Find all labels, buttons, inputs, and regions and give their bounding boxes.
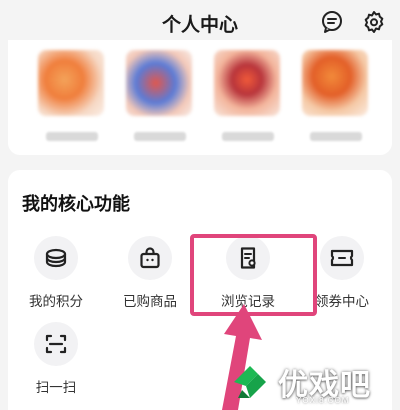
message-bubble-icon[interactable] xyxy=(320,10,344,34)
shopping-bag-icon xyxy=(128,236,172,280)
func-label: 扫一扫 xyxy=(35,380,77,395)
func-label: 我的积分 xyxy=(29,294,83,309)
func-my-points[interactable]: 我的积分 xyxy=(14,236,98,310)
product-thumbnail[interactable] xyxy=(126,50,192,116)
func-scan[interactable]: 扫一扫 xyxy=(14,322,98,396)
watermark-logo xyxy=(234,366,266,398)
product-caption xyxy=(46,132,98,141)
product-thumbnail[interactable] xyxy=(214,50,280,116)
coin-stack-icon xyxy=(34,236,78,280)
section-title: 我的核心功能 xyxy=(22,194,130,214)
product-caption xyxy=(310,132,362,141)
gear-icon[interactable] xyxy=(362,10,386,34)
product-caption xyxy=(134,132,186,141)
func-label: 已购商品 xyxy=(123,294,177,309)
product-caption xyxy=(222,132,274,141)
watermark-url: YOXI8.COM xyxy=(296,396,350,405)
product-thumbnail[interactable] xyxy=(38,50,104,116)
scan-icon xyxy=(34,322,78,366)
product-thumbnail[interactable] xyxy=(302,50,368,116)
func-purchased[interactable]: 已购商品 xyxy=(108,236,192,310)
recommend-card xyxy=(8,40,392,155)
coupon-ticket-icon xyxy=(320,236,364,280)
top-bar: 个人中心 xyxy=(0,0,400,44)
